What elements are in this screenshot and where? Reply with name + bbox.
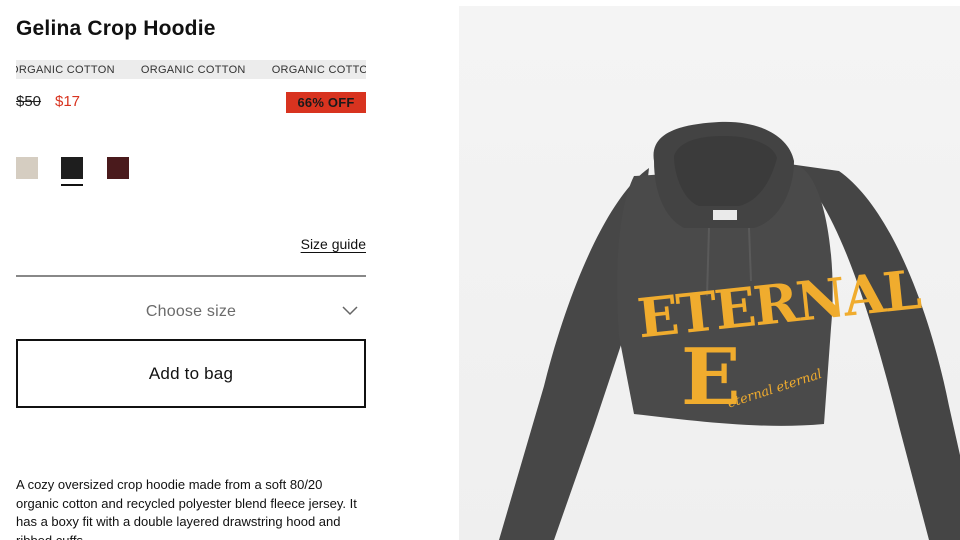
neck-label [713, 210, 737, 220]
material-banner-item: ORGANIC COTTON [140, 63, 246, 76]
divider [16, 275, 366, 277]
discount-badge: 66% OFF [286, 92, 366, 113]
size-select-label: Choose size [145, 303, 237, 320]
color-swatch-beige[interactable] [16, 157, 38, 179]
size-guide-link[interactable]: Size guide [301, 236, 366, 252]
color-swatch-black[interactable] [61, 157, 83, 179]
selected-swatch-indicator [61, 184, 83, 186]
product-description: A cozy oversized crop hoodie made from a… [16, 477, 357, 540]
original-price: $50 [16, 93, 42, 110]
material-banner: ORGANIC COTTON ORGANIC COTTON ORGANIC CO… [16, 60, 366, 79]
size-select[interactable]: Choose size [16, 290, 366, 334]
sale-price: $17 [55, 93, 81, 110]
product-info-panel: Gelina Crop Hoodie ORGANIC COTTON ORGANI… [16, 0, 366, 540]
price-row: $50 $17 66% OFF [16, 92, 366, 113]
color-swatch-burgundy[interactable] [107, 157, 129, 179]
material-banner-item: ORGANIC COTTON [16, 63, 115, 76]
material-banner-item: ORGANIC COTTON [271, 63, 366, 76]
chevron-down-icon [342, 306, 358, 316]
add-to-bag-button[interactable]: Add to bag [16, 339, 366, 408]
hoodie-illustration: ETERNAL E eternal eternal [499, 121, 960, 540]
product-title: Gelina Crop Hoodie [16, 17, 216, 40]
product-image[interactable]: ETERNAL E eternal eternal [459, 6, 960, 540]
